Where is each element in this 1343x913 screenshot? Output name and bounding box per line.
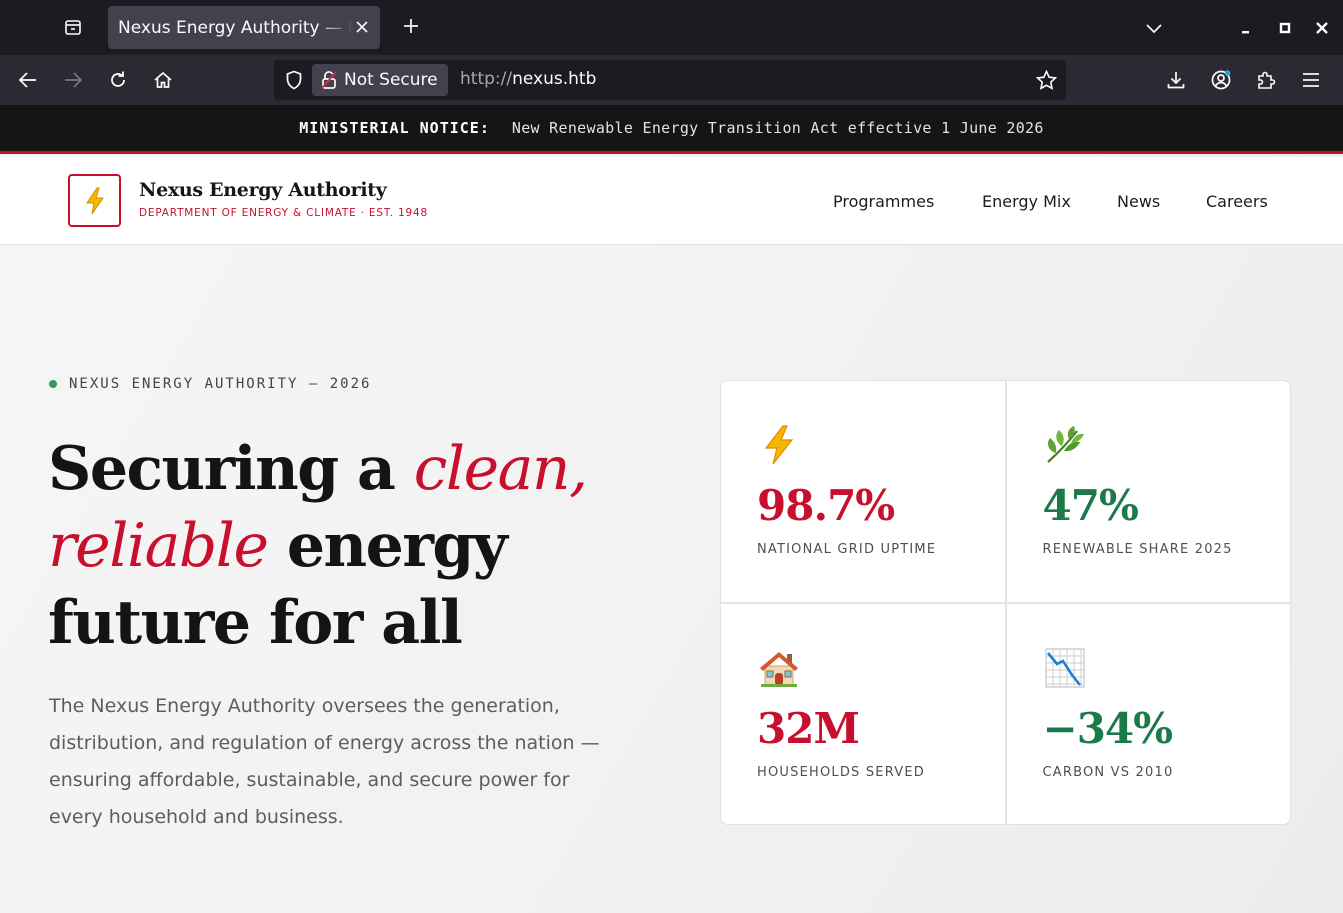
maximize-icon[interactable] [1271, 14, 1299, 42]
stat-label: NATIONAL GRID UPTIME [757, 542, 937, 557]
brand-subtitle: DEPARTMENT OF ENERGY & CLIMATE · EST. 19… [139, 207, 428, 219]
address-bar[interactable]: Not Secure http://nexus.htb [274, 60, 1066, 100]
tab-list-icon[interactable] [56, 10, 90, 44]
eyebrow-text: NEXUS ENERGY AUTHORITY — 2026 [69, 376, 372, 392]
notice-label: MINISTERIAL NOTICE: [299, 119, 490, 137]
chart-decreasing-icon [1043, 646, 1087, 690]
hero-title-accent-reliable: reliable [48, 511, 269, 581]
nav-news[interactable]: News [1117, 192, 1160, 211]
stat-value: 98.7% [757, 481, 895, 530]
stat-card-households: 32M HOUSEHOLDS SERVED [721, 603, 1005, 824]
ministerial-notice-banner: MINISTERIAL NOTICE: New Renewable Energy… [0, 105, 1343, 154]
stat-card-renewable-share: 47% RENEWABLE SHARE 2025 [1006, 381, 1290, 602]
extensions-puzzle-icon[interactable] [1250, 64, 1282, 96]
url-scheme: http:// [460, 69, 513, 89]
home-icon[interactable] [147, 64, 179, 96]
hero-description: The Nexus Energy Authority oversees the … [49, 695, 600, 828]
stat-card-carbon: −34% CARBON VS 2010 [1006, 603, 1290, 824]
forward-arrow-icon[interactable] [57, 64, 89, 96]
stat-value: −34% [1042, 703, 1174, 753]
browser-tab[interactable]: Nexus Energy Authority — Portal [108, 6, 380, 49]
nav-energy-mix[interactable]: Energy Mix [982, 192, 1071, 211]
hero-title-accent-clean: clean, [413, 434, 588, 504]
leaf-icon [1043, 423, 1087, 467]
stat-value: 32M [757, 703, 860, 753]
url-text[interactable]: http://nexus.htb [460, 69, 596, 89]
not-secure-indicator[interactable]: Not Secure [312, 64, 448, 96]
stats-grid: 98.7% NATIONAL GRID UPTIME 47% RENEWABLE… [720, 380, 1291, 825]
close-window-icon[interactable] [1308, 14, 1336, 42]
nav-programmes[interactable]: Programmes [833, 192, 934, 211]
back-arrow-icon[interactable] [12, 64, 44, 96]
status-dot [49, 380, 57, 388]
tracking-shield-icon[interactable] [282, 68, 306, 92]
new-tab-plus-icon[interactable] [397, 12, 425, 40]
downloads-icon[interactable] [1160, 64, 1192, 96]
stat-label: CARBON VS 2010 [1042, 764, 1174, 780]
broken-lock-icon [321, 71, 337, 89]
bookmark-star-icon[interactable] [1034, 68, 1058, 92]
hero-eyebrow: NEXUS ENERGY AUTHORITY — 2026 [49, 376, 371, 392]
account-icon[interactable] [1205, 64, 1237, 96]
stat-label: RENEWABLE SHARE 2025 [1042, 542, 1233, 557]
hamburger-menu-icon[interactable] [1295, 64, 1327, 96]
logo-lightning-icon[interactable] [68, 174, 121, 227]
browser-nav-bar: Not Secure http://nexus.htb [0, 55, 1343, 105]
stat-value: 47% [1042, 481, 1139, 530]
reload-icon[interactable] [102, 64, 134, 96]
url-host: nexus.htb [512, 69, 597, 89]
not-secure-label: Not Secure [344, 70, 438, 90]
page-content: MINISTERIAL NOTICE: New Renewable Energy… [0, 105, 1343, 913]
hero-title: Securing a clean, reliable energy future … [48, 431, 668, 662]
tab-title: Nexus Energy Authority — Portal [118, 17, 353, 38]
site-header: Nexus Energy Authority DEPARTMENT OF ENE… [0, 157, 1343, 245]
hero-title-part1: Securing a [48, 434, 414, 504]
stat-card-grid-uptime: 98.7% NATIONAL GRID UPTIME [721, 381, 1005, 602]
notice-text: New Renewable Energy Transition Act effe… [511, 119, 1044, 137]
close-tab-icon[interactable] [352, 17, 372, 37]
browser-tab-bar: Nexus Energy Authority — Portal [0, 0, 1343, 55]
minimize-icon[interactable] [1233, 14, 1261, 42]
brand-name[interactable]: Nexus Energy Authority [139, 179, 387, 201]
stat-label: HOUSEHOLDS SERVED [757, 764, 925, 780]
chevron-down-icon[interactable] [1140, 14, 1168, 42]
nav-careers[interactable]: Careers [1206, 192, 1268, 211]
house-icon [757, 646, 801, 690]
lightning-icon [757, 423, 801, 467]
